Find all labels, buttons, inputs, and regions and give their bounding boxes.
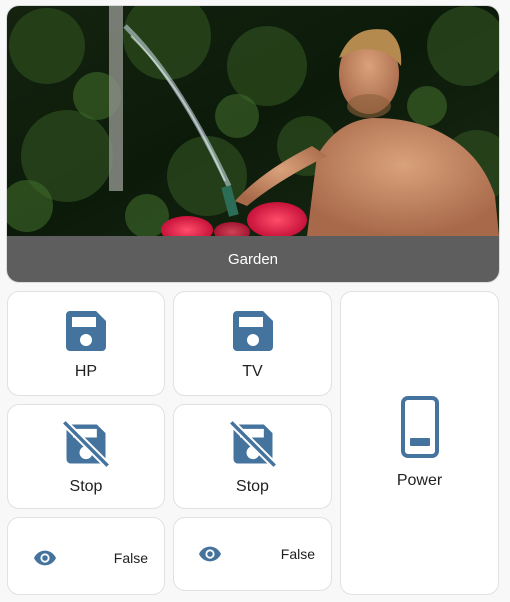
stop-button-2[interactable]: Stop [173,404,332,509]
floppy-disk-icon [232,310,273,351]
floppy-disk-off-icon [228,419,277,468]
eye-icon [199,546,221,562]
picture-caption: Garden [7,236,499,282]
entity-state-2: False [280,546,315,562]
eye-icon [34,550,56,566]
stop-button-1-label: Stop [69,477,103,495]
stop-button-1[interactable]: Stop [7,404,165,509]
power-button[interactable]: Power [340,291,499,595]
tv-button[interactable]: TV [173,291,332,396]
power-button-label: Power [396,472,443,489]
entity-state-1: False [113,550,148,566]
entity-tile-2[interactable]: False [173,517,332,591]
floppy-disk-off-icon [61,419,111,468]
garden-photo [7,6,499,236]
hp-button[interactable]: HP [7,291,165,396]
garden-picture-card[interactable]: Garden [7,6,499,282]
hp-button-label: HP [74,362,98,380]
stop-button-2-label: Stop [236,477,269,495]
entity-tile-1[interactable]: False [7,517,165,595]
cellphone-icon [400,396,439,458]
tv-button-label: TV [242,362,263,380]
floppy-disk-icon [66,310,106,351]
